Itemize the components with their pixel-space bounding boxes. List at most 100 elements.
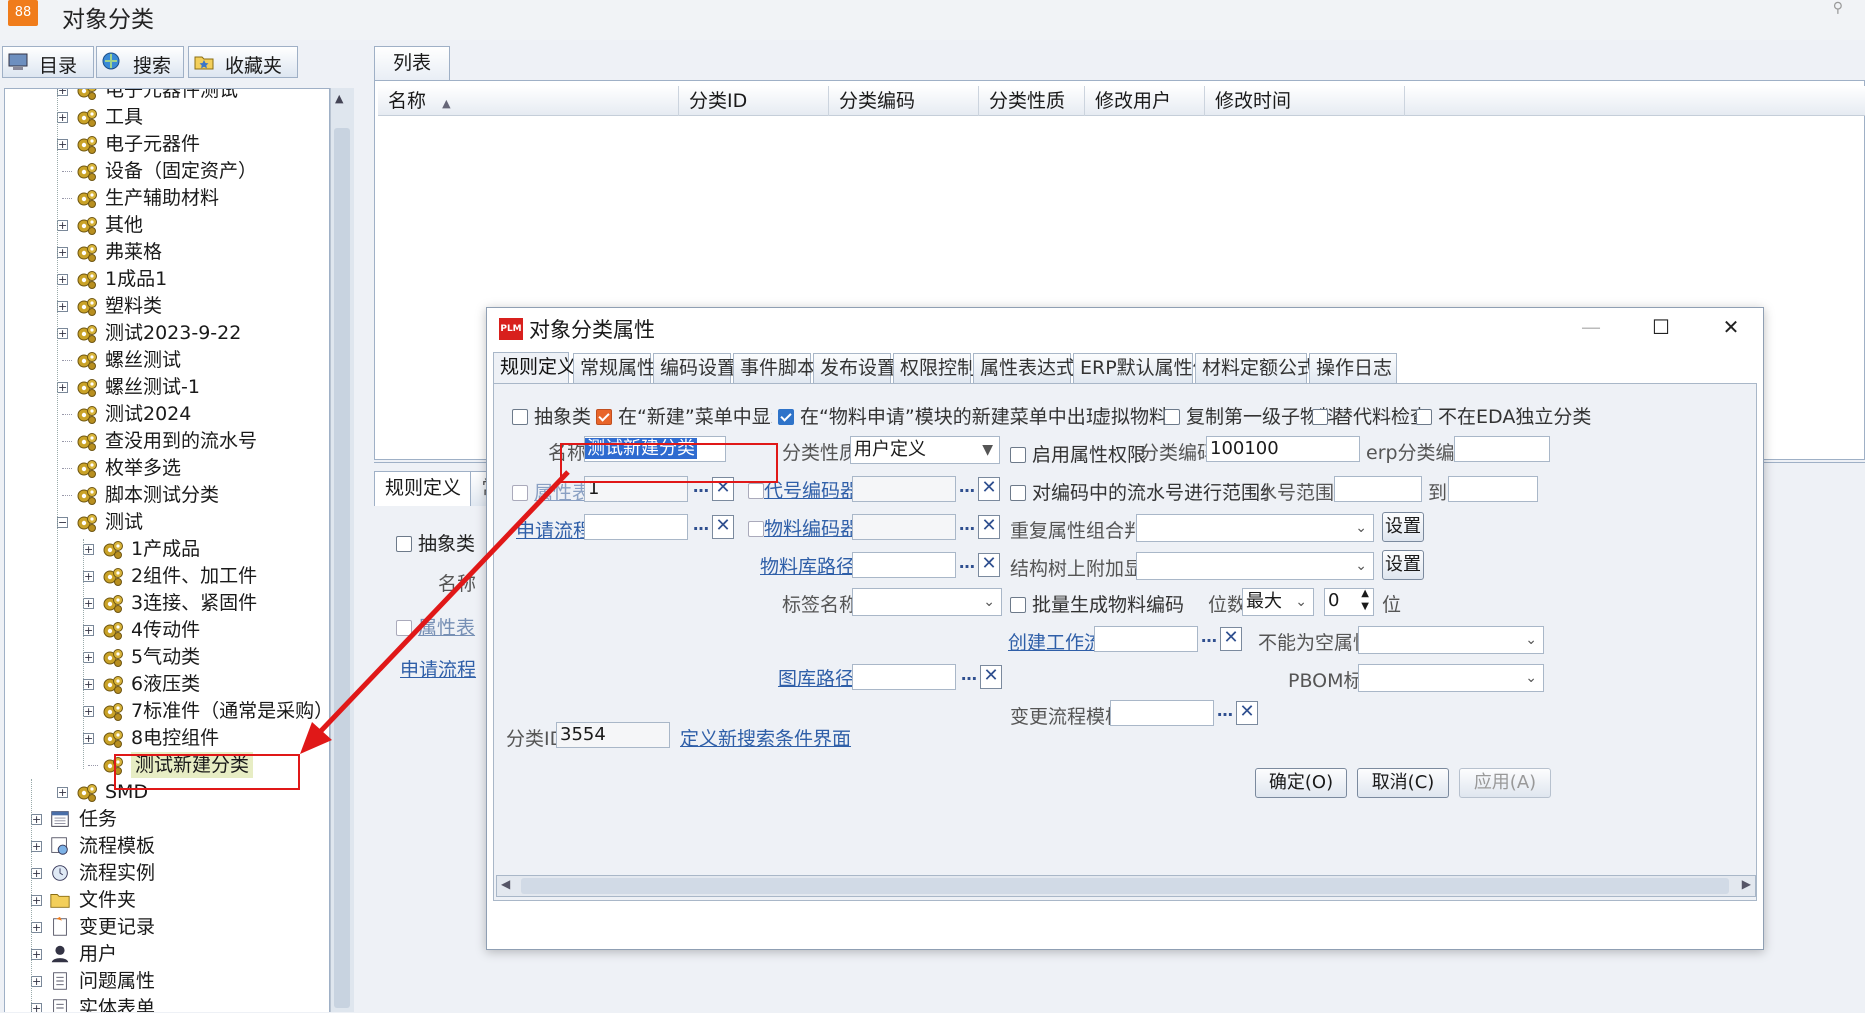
change-template-browse-button[interactable]: … — [1212, 700, 1238, 726]
dialog-tab-general[interactable]: 常规属性 — [573, 353, 656, 383]
tab-list[interactable]: 列表 — [374, 46, 450, 80]
column-header-id[interactable]: 分类ID — [679, 86, 829, 116]
code-gen-input[interactable] — [852, 476, 956, 502]
dialog-tab-operation-log[interactable]: 操作日志 — [1309, 353, 1397, 383]
column-header-nature[interactable]: 分类性质 — [979, 86, 1085, 116]
drawing-path-clear-button[interactable]: ✕ — [980, 665, 1002, 689]
expand-icon[interactable]: + — [57, 328, 68, 339]
digits-spinner[interactable]: 0 ▲ ▼ — [1324, 588, 1374, 616]
tree-scrollbar[interactable]: ▲ — [330, 88, 354, 1012]
pbom-select[interactable]: ⌄ — [1358, 664, 1544, 692]
scroll-right-icon[interactable]: ▶ — [1742, 877, 1751, 891]
create-flow-link[interactable]: 创建工作流 — [1008, 628, 1103, 655]
tab-directory[interactable]: 目录 — [2, 46, 94, 78]
cancel-button[interactable]: 取消(C) — [1357, 768, 1449, 798]
dup-attr-select[interactable]: ⌄ — [1136, 514, 1374, 542]
struct-tree-set-button[interactable]: 设置 — [1382, 550, 1424, 580]
material-gen-checkbox[interactable]: 物料编码器 — [748, 514, 859, 541]
expand-icon[interactable]: + — [83, 652, 94, 663]
lib-path-input[interactable] — [852, 552, 956, 578]
change-template-clear-button[interactable]: ✕ — [1236, 701, 1258, 725]
tree-scroll-thumb[interactable] — [334, 128, 350, 1008]
tab-favorites[interactable]: 收藏夹 — [188, 46, 298, 78]
expand-icon[interactable]: + — [83, 733, 94, 744]
column-header-name[interactable]: 名称 ▲ — [378, 86, 679, 116]
search-icon[interactable]: ⚲ — [1833, 0, 1843, 16]
not-empty-select[interactable]: ⌄ — [1358, 626, 1544, 654]
scroll-up-icon[interactable]: ▲ — [335, 92, 343, 105]
expand-icon[interactable]: + — [83, 544, 94, 555]
ok-button[interactable]: 确定(O) — [1255, 768, 1347, 798]
close-icon[interactable]: ✕ — [1711, 312, 1751, 342]
lower-attr-table-checkbox[interactable]: 属性表 — [396, 613, 475, 640]
expand-icon[interactable]: + — [31, 868, 42, 879]
column-header-modified-user[interactable]: 修改用户 — [1085, 86, 1205, 116]
expand-icon[interactable]: + — [83, 706, 94, 717]
dialog-tab-publish[interactable]: 发布设置 — [813, 353, 896, 383]
category-id-input[interactable]: 3554 — [556, 722, 670, 748]
dialog-tab-expressions[interactable]: 属性表达式 — [973, 353, 1075, 383]
drawing-path-browse-button[interactable]: … — [956, 664, 982, 690]
tab-search[interactable]: 搜索 — [96, 46, 184, 78]
enable-attr-perm-checkbox[interactable]: 启用属性权限 — [1010, 440, 1146, 467]
expand-icon[interactable]: + — [57, 382, 68, 393]
expand-icon[interactable]: + — [83, 571, 94, 582]
expand-icon[interactable]: + — [57, 787, 68, 798]
apply-flow-clear-button[interactable]: ✕ — [712, 515, 734, 539]
lib-path-link[interactable]: 物料库路径 — [760, 552, 855, 579]
range-constraint-checkbox[interactable]: 对编码中的流水号进行范围约束 — [1010, 478, 1270, 505]
struct-tree-select[interactable]: ⌄ — [1136, 552, 1374, 580]
scroll-left-icon[interactable]: ◀ — [501, 877, 510, 891]
code-gen-browse-button[interactable]: … — [954, 476, 980, 502]
apply-flow-browse-button[interactable]: … — [688, 514, 714, 540]
dup-attr-set-button[interactable]: 设置 — [1382, 512, 1424, 542]
material-gen-browse-button[interactable]: … — [954, 514, 980, 540]
digits-select[interactable]: 最大 ⌄ — [1242, 588, 1314, 616]
lib-path-browse-button[interactable]: … — [954, 552, 980, 578]
expand-icon[interactable]: + — [83, 598, 94, 609]
drawing-path-input[interactable] — [852, 664, 956, 690]
dialog-tab-scripts[interactable]: 事件脚本 — [733, 353, 816, 383]
create-flow-input[interactable] — [1094, 626, 1198, 652]
batch-gen-checkbox[interactable]: 批量生成物料编码 — [1010, 590, 1184, 617]
expand-icon[interactable]: + — [83, 679, 94, 690]
column-header-modified-time[interactable]: 修改时间 — [1205, 86, 1405, 116]
expand-icon[interactable]: + — [31, 895, 42, 906]
expand-icon[interactable]: + — [57, 301, 68, 312]
expand-icon[interactable]: + — [57, 89, 68, 96]
column-header-code[interactable]: 分类编码 — [829, 86, 979, 116]
code-gen-clear-button[interactable]: ✕ — [978, 477, 1000, 501]
expand-icon[interactable]: + — [31, 976, 42, 987]
lower-tab-rules[interactable]: 规则定义 — [374, 471, 472, 506]
lib-path-clear-button[interactable]: ✕ — [978, 553, 1000, 577]
create-flow-clear-button[interactable]: ✕ — [1220, 627, 1242, 651]
material-gen-input[interactable] — [852, 514, 956, 540]
hscroll-thumb[interactable] — [521, 878, 1729, 894]
collapse-icon[interactable]: − — [57, 517, 68, 528]
minimize-icon[interactable]: — — [1571, 312, 1611, 342]
maximize-icon[interactable]: ☐ — [1641, 312, 1681, 342]
expand-icon[interactable]: + — [31, 814, 42, 825]
show-in-material-checkbox[interactable]: 在“物料申请”模块的新建菜单中出现 — [778, 402, 1092, 429]
serial-range-to-input[interactable] — [1448, 476, 1538, 502]
dialog-tab-material-quota[interactable]: 材料定额公式 — [1195, 353, 1316, 383]
apply-flow-input[interactable] — [584, 514, 688, 540]
lower-apply-flow-link[interactable]: 申请流程 — [400, 655, 476, 682]
expand-icon[interactable]: + — [31, 1003, 42, 1012]
dialog-horizontal-scrollbar[interactable]: ◀ ▶ — [496, 875, 1756, 897]
expand-icon[interactable]: + — [57, 112, 68, 123]
expand-icon[interactable]: + — [57, 247, 68, 258]
dialog-tab-erp-defaults[interactable]: ERP默认属性值 — [1073, 353, 1212, 383]
expand-icon[interactable]: + — [57, 139, 68, 150]
erp-code-input[interactable] — [1454, 436, 1550, 462]
tag-name-select[interactable]: ⌄ — [852, 588, 1002, 616]
dialog-tab-rules[interactable]: 规则定义 — [493, 352, 576, 384]
material-gen-clear-button[interactable]: ✕ — [978, 515, 1000, 539]
serial-range-from-input[interactable] — [1334, 476, 1422, 502]
drawing-path-link[interactable]: 图库路径 — [778, 664, 854, 691]
expand-icon[interactable]: + — [31, 922, 42, 933]
lower-abstract-checkbox[interactable]: 抽象类 — [396, 529, 475, 556]
expand-icon[interactable]: + — [83, 625, 94, 636]
substitute-check-checkbox[interactable]: 替代料检查 — [1312, 402, 1429, 429]
dialog-tab-coding[interactable]: 编码设置 — [653, 353, 736, 383]
